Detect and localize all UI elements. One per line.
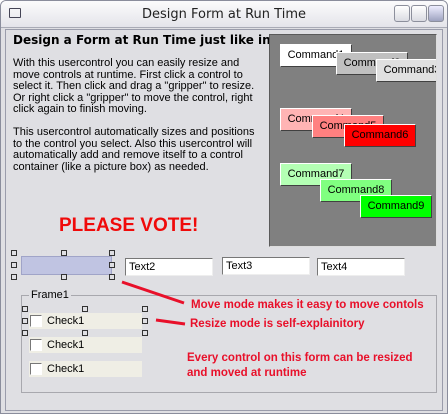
every-note-line1: Every control on this form can be resize… <box>187 352 413 364</box>
move-note: Move mode makes it easy to move contols <box>191 299 424 311</box>
resize-note: Resize mode is self-explainitory <box>190 318 365 330</box>
every-note-line2: and moved at runtime <box>187 367 307 379</box>
move-arrow <box>121 280 185 305</box>
window: Design Form at Run Time Design a Form at… <box>0 0 448 414</box>
resize-arrow <box>155 318 186 326</box>
